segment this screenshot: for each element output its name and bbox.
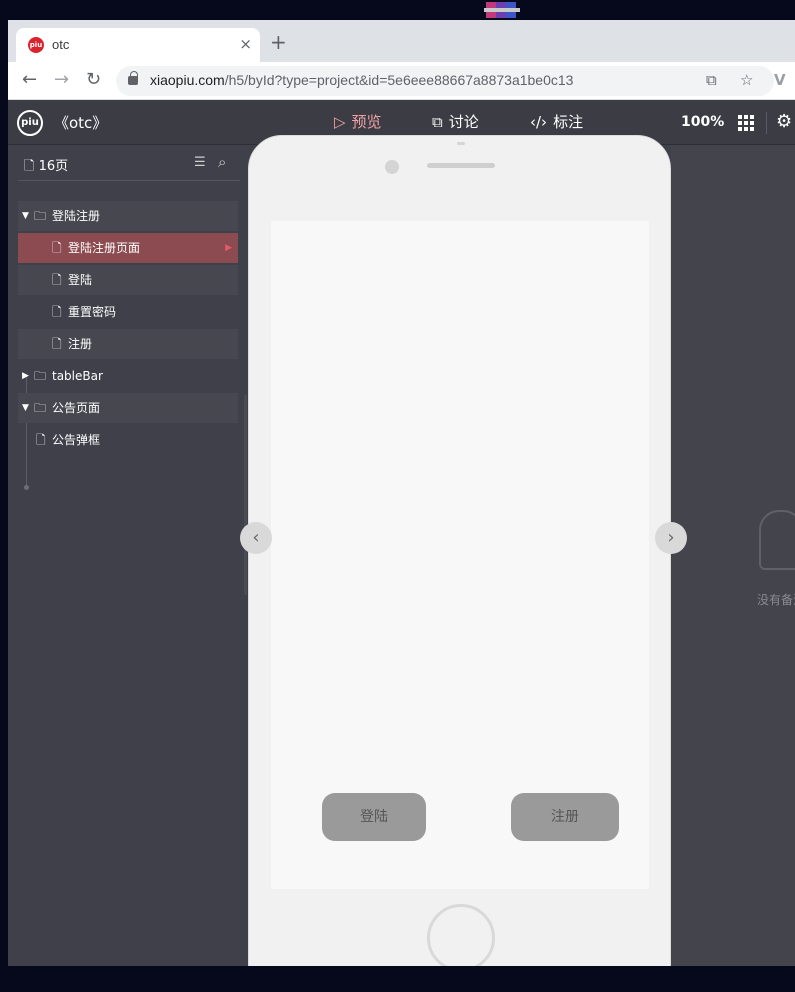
tab-annotation-label: 标注 bbox=[553, 113, 584, 131]
next-page-button[interactable]: › bbox=[655, 522, 687, 554]
tree-label: 公告弹框 bbox=[52, 433, 101, 447]
folder-icon: 🗀 bbox=[34, 209, 47, 223]
tree-page-register[interactable]: 🗋 注册 bbox=[18, 329, 238, 359]
page-icon: 🗋 bbox=[24, 159, 35, 174]
play-marker-icon: ▶ bbox=[225, 243, 232, 253]
notes-panel: 没有备注 bbox=[671, 145, 795, 966]
close-tab-icon[interactable]: × bbox=[239, 35, 252, 53]
tree-label: 登陆注册 bbox=[52, 209, 101, 223]
url-host: xiaopiu.com bbox=[150, 72, 225, 88]
empty-notes-text: 没有备注 bbox=[757, 593, 795, 607]
address-bar[interactable]: xiaopiu.com/h5/byId?type=project&id=5e6e… bbox=[116, 66, 774, 96]
tab-discussion-label: 讨论 bbox=[448, 113, 479, 131]
tree-label: 公告页面 bbox=[52, 401, 101, 415]
tree-label: tableBar bbox=[52, 369, 103, 383]
tree-guide-dot bbox=[24, 485, 29, 490]
empty-notes-illustration bbox=[759, 510, 795, 570]
tree-page-login[interactable]: 🗋 登陆 bbox=[18, 265, 238, 295]
zoom-level[interactable]: 100% bbox=[681, 114, 724, 130]
tree-page-announcement-dialog[interactable]: 🗋 公告弹框 bbox=[18, 425, 238, 455]
folder-icon: 🗀 bbox=[34, 369, 47, 383]
gear-icon[interactable]: ⚙ bbox=[776, 111, 792, 132]
tree-label: 登陆 bbox=[68, 273, 93, 287]
bookmark-star-icon[interactable]: ☆ bbox=[740, 71, 753, 89]
tree-label: 重置密码 bbox=[68, 305, 117, 319]
tree-folder-login-register[interactable]: ▼ 🗀 登陆注册 bbox=[18, 201, 238, 231]
reload-button[interactable]: ↻ bbox=[86, 70, 101, 90]
tree-folder-announcement[interactable]: ▼ 🗀 公告页面 bbox=[18, 393, 238, 423]
back-button[interactable]: ← bbox=[22, 70, 37, 90]
xiaopiu-app: piu 《otc》 ▷ 预览 ⧉ 讨论 ‹/› 标注 100% ⚙ 🗋 16页 … bbox=[8, 100, 795, 975]
prev-page-button[interactable]: ‹ bbox=[240, 522, 272, 554]
tab-preview-label: 预览 bbox=[351, 113, 382, 131]
tab-title: otc bbox=[52, 37, 70, 52]
phone-camera bbox=[385, 160, 399, 174]
desktop-bottom bbox=[0, 966, 795, 992]
browser-tab[interactable]: piu otc × bbox=[16, 28, 260, 62]
phone-top-nub bbox=[457, 142, 465, 145]
phone-frame: 登陆 注册 bbox=[248, 135, 671, 975]
page-icon: 🗋 bbox=[52, 241, 62, 255]
caret-down-icon[interactable]: ▼ bbox=[22, 393, 29, 423]
screen: { "browser": { "tab_title": "otc", "tab_… bbox=[0, 0, 795, 992]
phone-screen: 登陆 注册 bbox=[271, 221, 649, 889]
extension-icon[interactable]: V bbox=[774, 70, 786, 90]
piu-logo-icon[interactable]: piu bbox=[17, 110, 43, 136]
caret-down-icon[interactable]: ▼ bbox=[22, 201, 29, 231]
project-title: 《otc》 bbox=[54, 114, 108, 132]
phone-home-button bbox=[427, 904, 495, 972]
page-count-label: 16页 bbox=[38, 159, 69, 174]
filter-icon[interactable]: ☰ bbox=[194, 155, 206, 170]
page-icon: 🗋 bbox=[52, 305, 62, 319]
sidebar-header: 🗋 16页 ☰ ⌕ bbox=[18, 145, 240, 181]
tree-page-reset-password[interactable]: 🗋 重置密码 bbox=[18, 297, 238, 327]
favicon-icon: piu bbox=[28, 37, 44, 53]
register-button[interactable]: 注册 bbox=[511, 793, 619, 841]
winrar-desktop-icon[interactable] bbox=[484, 0, 520, 20]
tree-label: 注册 bbox=[68, 337, 93, 351]
phone-speaker bbox=[427, 163, 495, 168]
url-text[interactable]: xiaopiu.com/h5/byId?type=project&id=5e6e… bbox=[150, 72, 573, 88]
caret-right-icon[interactable]: ▶ bbox=[22, 361, 29, 391]
search-icon[interactable]: ⌕ bbox=[218, 153, 226, 171]
sidebar-scrollbar[interactable] bbox=[244, 395, 247, 595]
tree-label: 登陆注册页面 bbox=[68, 241, 141, 255]
url-path: /h5/byId?type=project&id=5e6eee88667a887… bbox=[224, 72, 574, 88]
preview-canvas: 登陆 注册 没有备注 ‹ › bbox=[240, 135, 795, 975]
page-icon: 🗋 bbox=[52, 337, 62, 351]
new-tab-button[interactable]: + bbox=[270, 32, 287, 52]
page-count: 🗋 16页 bbox=[24, 155, 68, 179]
grid-view-icon[interactable] bbox=[738, 115, 754, 131]
login-button[interactable]: 登陆 bbox=[322, 793, 426, 841]
page-icon: 🗋 bbox=[52, 273, 62, 287]
tree-folder-tablebar[interactable]: ▶ 🗀 tableBar bbox=[18, 361, 238, 391]
browser-window: piu otc × + ← → ↻ xiaopiu.com/h5/byId?ty… bbox=[8, 20, 795, 975]
install-app-icon[interactable]: ⧉ bbox=[706, 71, 717, 89]
page-tree-sidebar: 🗋 16页 ☰ ⌕ ▼ 🗀 登陆注册 🗋 登陆注册页面 ▶ 🗋 登陆 🗋 重置密… bbox=[8, 145, 248, 966]
tab-strip: piu otc × + bbox=[8, 20, 795, 62]
forward-button[interactable]: → bbox=[54, 70, 69, 90]
tree-page-login-register-page[interactable]: 🗋 登陆注册页面 ▶ bbox=[18, 233, 238, 263]
lock-icon[interactable] bbox=[128, 71, 138, 85]
browser-toolbar: ← → ↻ xiaopiu.com/h5/byId?type=project&i… bbox=[8, 62, 795, 100]
folder-icon: 🗀 bbox=[34, 401, 47, 415]
page-icon: 🗋 bbox=[36, 433, 46, 447]
divider bbox=[766, 112, 767, 134]
